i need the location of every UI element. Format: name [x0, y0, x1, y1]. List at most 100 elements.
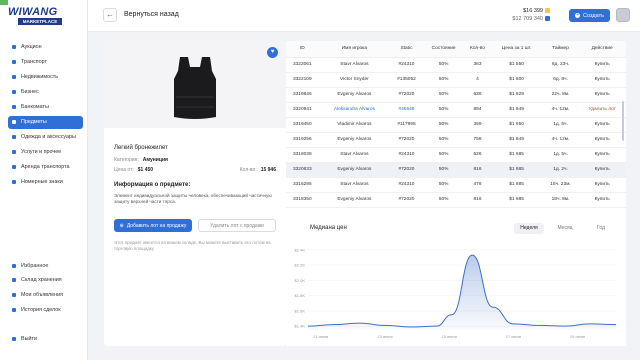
nav-atms[interactable]: Банкоматы	[8, 100, 83, 113]
table-cell: 758	[464, 132, 491, 148]
table-scrollbar[interactable]	[622, 101, 624, 141]
product-category: Категория: Амуниция	[114, 157, 168, 163]
table-cell[interactable]: Купить	[578, 192, 626, 208]
table-cell[interactable]: Купить	[578, 87, 626, 103]
table-cell: 3319256	[286, 132, 319, 148]
nav-auction[interactable]: Аукцион	[8, 40, 83, 53]
y-tick-label: $2.4K	[295, 247, 306, 252]
table-cell: 359	[464, 117, 491, 133]
column-header[interactable]: Static	[390, 41, 423, 58]
nav-transport[interactable]: Транспорт	[8, 55, 83, 68]
table-cell: 3319846	[286, 87, 319, 103]
table-cell: #72020	[390, 162, 423, 178]
table-row[interactable]: 3318350 Evgeniy Alvaros #72020 50% 816 $1 685…	[286, 192, 626, 208]
column-header[interactable]: Действие	[578, 41, 626, 58]
logo-subtitle: MARKETPLACE	[18, 18, 62, 25]
favorite-heart-icon[interactable]: ♥	[267, 47, 278, 58]
table-cell: 894	[464, 102, 491, 118]
count-value: 15 946	[260, 167, 276, 173]
nav-services-label: Услуги и прочее	[21, 149, 62, 156]
nav-realty-label: Недвижимость	[21, 73, 59, 80]
x-tick-label: 11 июня	[313, 334, 328, 339]
nav-rent[interactable]: Аренда транспорта	[8, 161, 83, 174]
table-cell: 50%	[422, 102, 465, 118]
vest-icon	[174, 57, 216, 119]
remove-lot-button[interactable]: Удалить лот с продажи	[198, 219, 276, 232]
table-cell: #72020	[390, 87, 423, 103]
table-cell[interactable]: Купить	[578, 72, 626, 88]
nav-my-ads[interactable]: Мои объявления	[8, 288, 83, 301]
sidebar: WIWANG MARKETPLACE Выйти Аукцион Транспор…	[0, 0, 88, 360]
nav-favorites-icon	[12, 263, 16, 268]
table-cell: $1 685	[490, 192, 543, 208]
table-cell[interactable]: Купить	[578, 57, 626, 73]
back-link[interactable]: Вернуться назад	[124, 11, 179, 18]
column-header[interactable]: Состояние	[422, 41, 465, 58]
table-cell: 816	[464, 192, 491, 208]
create-button-label: Создать	[583, 12, 604, 19]
nav-transport-label: Транспорт	[21, 58, 47, 65]
table-cell: #135052	[390, 72, 423, 88]
column-header[interactable]: Таймер	[542, 41, 579, 58]
column-header[interactable]: ID	[286, 41, 319, 58]
table-cell: Stavr Alvaros	[318, 57, 391, 73]
table-cell: #72020	[390, 192, 423, 208]
table-cell[interactable]: Купить	[578, 117, 626, 133]
product-name: Легкий бронежилет	[114, 145, 168, 151]
table-cell: Evgeniy Alvaros	[318, 192, 391, 208]
table-row[interactable]: 3319450 Vladimir Alvaros #117895 50% 359 $1 6…	[286, 117, 626, 133]
nav-items[interactable]: Предметы	[8, 115, 83, 129]
table-cell: 50%	[422, 57, 465, 73]
nav-realty[interactable]: Недвижимость	[8, 70, 83, 83]
back-button[interactable]: ←	[103, 8, 117, 22]
table-cell: 526	[464, 147, 491, 163]
logo[interactable]: WIWANG MARKETPLACE	[8, 6, 62, 28]
table-cell: Evgeniy Alvaros	[318, 87, 391, 103]
column-header[interactable]: Имя игрока	[318, 41, 391, 58]
column-header[interactable]: Кол-во	[464, 41, 491, 58]
table-cell[interactable]: Удалить лот	[578, 102, 626, 118]
add-lot-button[interactable]: ⊕ Добавить лот на продажу	[114, 219, 192, 232]
table-cell: Evgeniy Alvaros	[318, 162, 391, 178]
table-cell: #24310	[390, 147, 423, 163]
info-title: Информация о предмете:	[114, 182, 191, 188]
nav-storage-icon	[12, 278, 16, 283]
nav-atms-icon	[12, 104, 16, 109]
nav-rent-label: Аренда транспорта	[21, 164, 70, 171]
table-cell[interactable]: Купить	[578, 147, 626, 163]
nav-favorites[interactable]: Избранное	[8, 259, 83, 272]
table-cell: 50%	[422, 192, 465, 208]
table-row[interactable]: 3319256 Evgeniy Alvaros #72020 50% 758 $1 649…	[286, 132, 626, 148]
nav-realty-icon	[12, 74, 16, 79]
nav-services[interactable]: Услуги и прочее	[8, 146, 83, 159]
column-header[interactable]: Цена за 1 шт.	[490, 41, 543, 58]
table-row[interactable]: 3320633 Evgeniy Alvaros #72020 50% 816 $1 685…	[286, 162, 626, 178]
table-row[interactable]: 3322109 Victor Snyder #135052 50% 4 $1 600 6д.…	[286, 72, 626, 88]
table-cell[interactable]: Купить	[578, 177, 626, 193]
nav-storage[interactable]: Склад хранения	[8, 274, 83, 287]
table-cell: 50%	[422, 72, 465, 88]
product-count: Кол-во: 15 946	[240, 167, 276, 173]
table-cell: $1 629	[490, 87, 543, 103]
create-button[interactable]: + Создать	[569, 9, 610, 22]
nav-logout[interactable]: Выйти	[8, 332, 83, 345]
bank-icon	[545, 16, 550, 22]
table-row[interactable]: 3320941 Aleksandra Alvaros #45548 50% 894 $1 …	[286, 102, 626, 118]
nav-plates[interactable]: Номерные знаки	[8, 176, 83, 189]
table-row[interactable]: 3319846 Evgeniy Alvaros #72020 50% 636 $1 629…	[286, 87, 626, 103]
table-row[interactable]: 3322061 Stavr Alvaros #24310 50% 363 $1 550 6д…	[286, 57, 626, 73]
table-row[interactable]: 3318038 Stavr Alvaros #24310 50% 526 $1 685 1д…	[286, 147, 626, 163]
table-cell[interactable]: Купить	[578, 132, 626, 148]
table-cell: 22ч. 8м.	[542, 87, 579, 103]
nav-history[interactable]: История сделок	[8, 303, 83, 316]
nav-plates-label: Номерные знаки	[21, 179, 63, 186]
plus-circle-icon: ⊕	[119, 222, 124, 229]
nav-clothes[interactable]: Одежда и аксессуары	[8, 131, 83, 144]
table-row[interactable]: 3316295 Stavr Alvaros #24310 50% 476 $1 685 15…	[286, 177, 626, 193]
avatar[interactable]	[616, 8, 630, 22]
x-tick-label: 17 июня	[506, 334, 521, 339]
product-price: Цена от: $1 450	[114, 167, 153, 173]
table-cell: 50%	[422, 162, 465, 178]
nav-business[interactable]: Бизнес	[8, 85, 83, 98]
table-cell[interactable]: Купить	[578, 162, 626, 178]
